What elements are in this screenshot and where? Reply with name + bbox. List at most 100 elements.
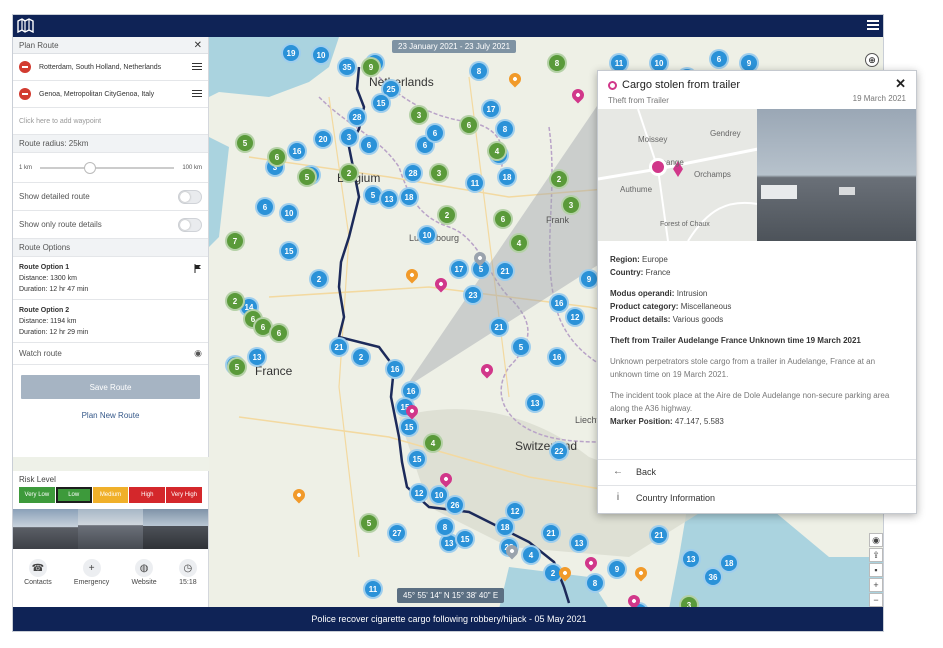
incident-cluster[interactable]: 8 — [585, 573, 605, 593]
incident-cluster[interactable]: 2 — [309, 269, 329, 289]
route-destination-row[interactable]: Genoa, Metropolitan CityGenoa, Italy — [13, 81, 208, 108]
risk-very-low-button[interactable]: Very Low — [19, 487, 55, 503]
origin-field[interactable]: Rotterdam, South Holland, Netherlands — [39, 64, 192, 71]
incident-cluster[interactable]: 35 — [337, 57, 357, 77]
incident-cluster[interactable]: 17 — [449, 259, 469, 279]
risk-medium-button[interactable]: Medium — [92, 487, 129, 503]
delete-icon[interactable]: ▪ — [869, 563, 883, 577]
incident-cluster[interactable]: 21 — [649, 525, 669, 545]
incident-cluster[interactable]: 4 — [521, 545, 541, 565]
camera-photo[interactable] — [143, 509, 208, 549]
incident-cluster[interactable]: 6 — [255, 197, 275, 217]
incident-cluster[interactable]: 28 — [403, 163, 423, 183]
incident-cluster[interactable]: 10 — [279, 203, 299, 223]
map-icon[interactable] — [17, 18, 34, 33]
incident-cluster[interactable]: 18 — [497, 167, 517, 187]
incident-cluster[interactable]: 27 — [387, 523, 407, 543]
emergency-action[interactable]: + Emergency — [74, 559, 109, 586]
incident-cluster-green[interactable]: 4 — [487, 141, 507, 161]
incident-cluster[interactable]: 21 — [489, 317, 509, 337]
plan-new-route-link[interactable]: Plan New Route — [13, 411, 208, 420]
incident-cluster[interactable]: 8 — [469, 61, 489, 81]
incident-cluster[interactable]: 12 — [565, 307, 585, 327]
incident-cluster[interactable]: 10 — [311, 45, 331, 65]
drag-handle-icon[interactable] — [192, 90, 202, 98]
clock-icon[interactable]: ◷ — [178, 559, 197, 577]
incident-cluster[interactable]: 8 — [495, 119, 515, 139]
incident-cluster[interactable]: 3 — [339, 127, 359, 147]
incident-cluster[interactable]: 9 — [607, 559, 627, 579]
incident-cluster[interactable]: 10 — [429, 485, 449, 505]
plus-icon[interactable]: + — [82, 559, 101, 577]
incident-cluster-green[interactable]: 5 — [227, 357, 247, 377]
zoom-out-button[interactable]: − — [869, 593, 883, 607]
incident-cluster[interactable]: 18 — [495, 517, 515, 537]
incident-cluster-green[interactable]: 7 — [225, 231, 245, 251]
incident-cluster-green[interactable]: 6 — [459, 115, 479, 135]
risk-high-button[interactable]: High — [129, 487, 166, 503]
incident-cluster-green[interactable]: 9 — [361, 57, 381, 77]
incident-cluster-green[interactable]: 8 — [547, 53, 567, 73]
incident-cluster-green[interactable]: 4 — [509, 233, 529, 253]
incident-cluster[interactable]: 23 — [463, 285, 483, 305]
close-icon[interactable]: ✕ — [194, 40, 202, 51]
incident-cluster[interactable]: 11 — [465, 173, 485, 193]
globe-icon[interactable]: ◍ — [135, 559, 154, 577]
incident-cluster-green[interactable]: 6 — [269, 323, 289, 343]
watch-route-row[interactable]: Watch route ◉ — [13, 343, 208, 365]
incident-cluster[interactable]: 6 — [359, 135, 379, 155]
destination-field[interactable]: Genoa, Metropolitan CityGenoa, Italy — [39, 91, 192, 98]
route-origin-row[interactable]: Rotterdam, South Holland, Netherlands — [13, 54, 208, 81]
incident-cluster[interactable]: 15 — [399, 417, 419, 437]
remove-stop-icon[interactable] — [19, 61, 31, 73]
hamburger-icon[interactable] — [867, 20, 879, 31]
zoom-in-button[interactable]: + — [869, 578, 883, 592]
risk-very-high-button[interactable]: Very High — [166, 487, 202, 503]
incident-cluster[interactable]: 10 — [417, 225, 437, 245]
incident-cluster-green[interactable]: 5 — [359, 513, 379, 533]
incident-cluster[interactable]: 17 — [481, 99, 501, 119]
incident-cluster[interactable]: 36 — [703, 567, 723, 587]
incident-cluster[interactable]: 18 — [719, 553, 739, 573]
incident-cluster-green[interactable]: 2 — [549, 169, 569, 189]
incident-cluster[interactable]: 9 — [579, 269, 599, 289]
remove-stop-icon[interactable] — [19, 88, 31, 100]
incident-cluster[interactable]: 13 — [525, 393, 545, 413]
close-icon[interactable]: ✕ — [895, 76, 906, 92]
incident-cluster[interactable]: 13 — [379, 189, 399, 209]
incident-cluster-green[interactable]: 2 — [225, 291, 245, 311]
website-action[interactable]: ◍ Website — [132, 559, 157, 586]
incident-cluster[interactable]: 28 — [347, 107, 367, 127]
incident-cluster[interactable]: 11 — [363, 579, 383, 599]
incident-cluster[interactable]: 15 — [371, 93, 391, 113]
incident-cluster[interactable]: 5 — [511, 337, 531, 357]
incident-cluster[interactable]: 6 — [709, 49, 729, 69]
locate-icon[interactable]: ◉ — [869, 533, 883, 547]
incident-cluster-green[interactable]: 3 — [561, 195, 581, 215]
incident-cluster-green[interactable]: 2 — [339, 163, 359, 183]
phone-icon[interactable]: ☎ — [28, 559, 47, 577]
country-information-button[interactable]: i Country Information — [598, 485, 916, 509]
add-waypoint-input[interactable]: Click here to add waypoint — [13, 108, 208, 135]
incident-cluster[interactable]: 6 — [425, 123, 445, 143]
contacts-action[interactable]: ☎ Contacts — [24, 559, 52, 586]
incident-cluster[interactable]: 21 — [541, 523, 561, 543]
incident-cluster[interactable]: 2 — [351, 347, 371, 367]
incident-cluster-green[interactable]: 6 — [267, 147, 287, 167]
incident-cluster[interactable]: 16 — [547, 347, 567, 367]
incident-cluster-green[interactable]: 6 — [493, 209, 513, 229]
incident-cluster-green[interactable]: 3 — [429, 163, 449, 183]
slider-knob[interactable] — [84, 161, 97, 174]
incident-cluster[interactable]: 15 — [455, 529, 475, 549]
back-button[interactable]: ← Back — [598, 459, 916, 483]
eye-icon[interactable]: ◉ — [194, 348, 202, 359]
incident-cluster[interactable]: 13 — [681, 549, 701, 569]
route-option-2[interactable]: Route Option 2 Distance: 1194 km Duratio… — [13, 300, 208, 343]
globe-icon[interactable]: ⊕ — [865, 53, 879, 67]
save-route-button[interactable]: Save Route — [21, 375, 200, 399]
incident-cluster[interactable]: 18 — [399, 187, 419, 207]
camera-photo[interactable] — [78, 509, 143, 549]
incident-cluster-green[interactable]: 2 — [437, 205, 457, 225]
clock-action[interactable]: ◷ 15:18 — [178, 559, 197, 586]
incident-cluster[interactable]: 21 — [495, 261, 515, 281]
